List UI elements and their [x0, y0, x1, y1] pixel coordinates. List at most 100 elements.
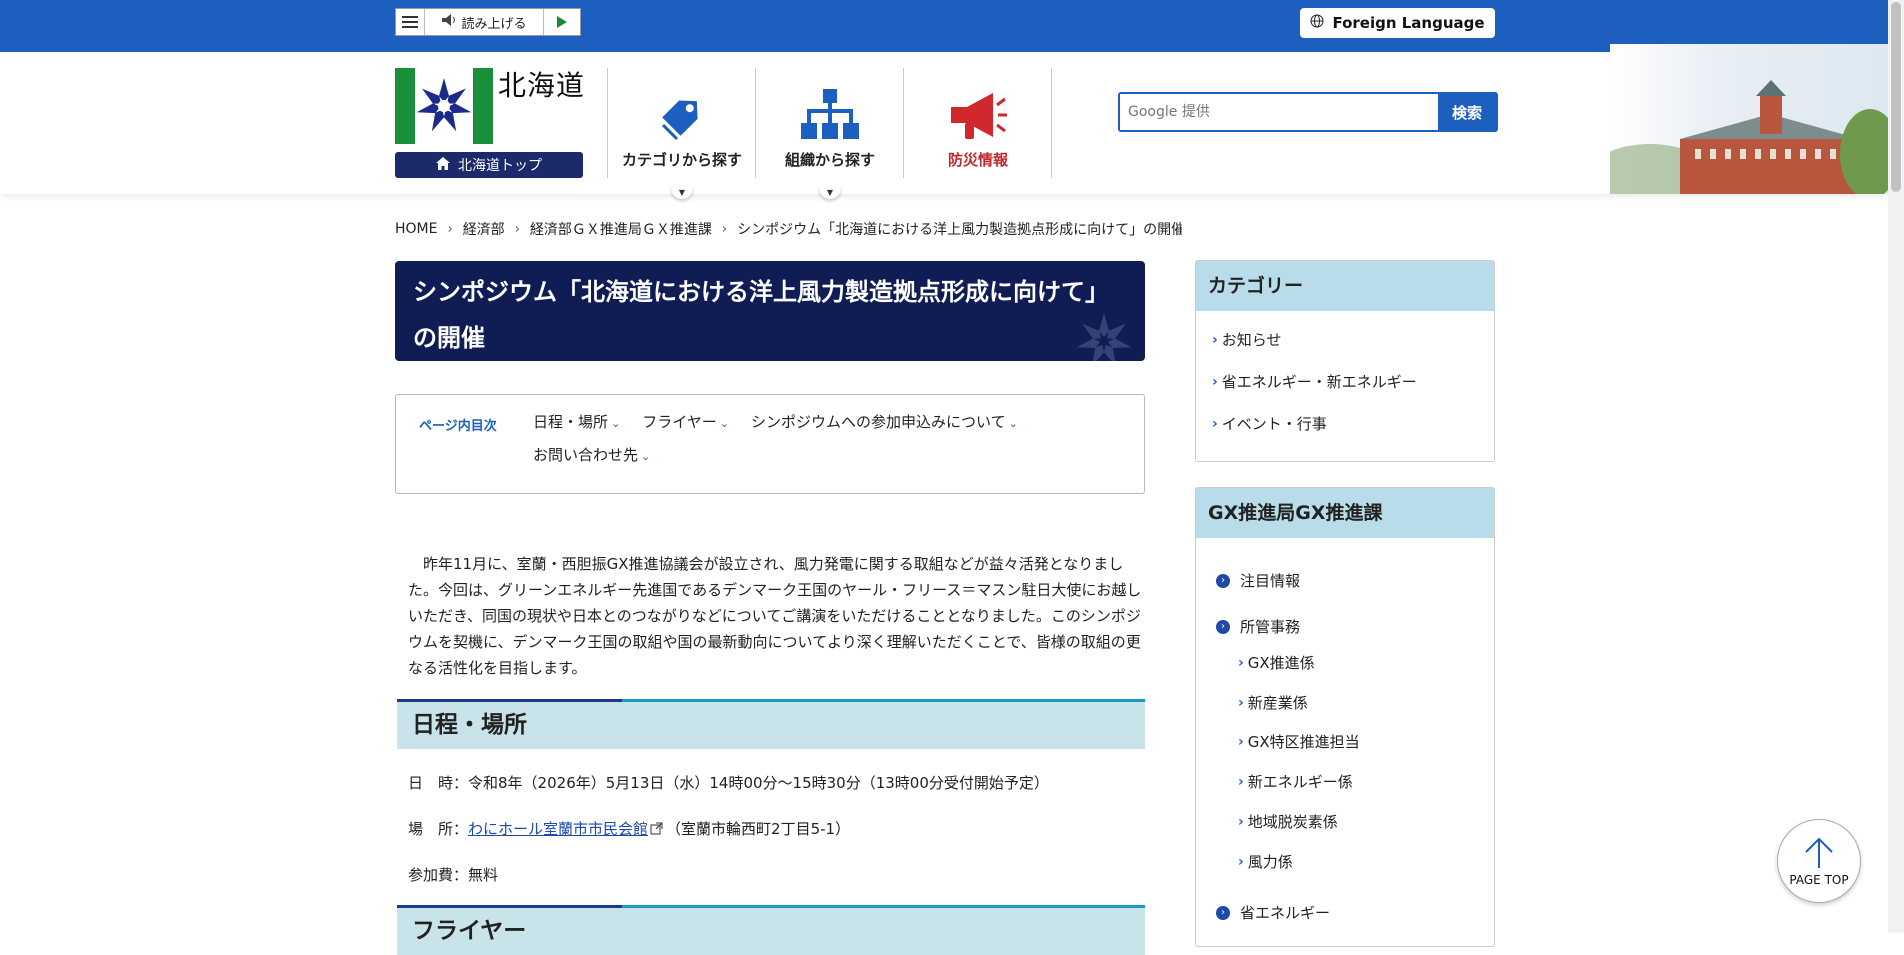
- read-aloud-button[interactable]: 読み上げる: [425, 9, 544, 35]
- sidebar-dept-subitem[interactable]: › 新エネルギー係: [1238, 771, 1353, 792]
- sidebar-dept-subitem[interactable]: › GX推進係: [1238, 652, 1315, 673]
- nav-category-label: カテゴリから探す: [621, 151, 742, 169]
- page-top-label: PAGE TOP: [1789, 872, 1849, 887]
- speaker-icon: [441, 13, 457, 31]
- sidebar-item-label: 所管事務: [1240, 618, 1301, 636]
- hokkaido-top-button[interactable]: 北海道トップ: [395, 152, 583, 178]
- sidebar-dept-subitem[interactable]: › 新産業係: [1238, 692, 1308, 713]
- top-bar: [0, 0, 1888, 52]
- sidebar-category: カテゴリー › お知らせ › 省エネルギー・新エネルギー › イベント・行事: [1195, 260, 1495, 462]
- toc-item[interactable]: フライヤー ⌄: [642, 411, 729, 432]
- sidebar-dept-item[interactable]: › 注目情報: [1216, 570, 1300, 591]
- nav-org-search[interactable]: 組織から探す: [757, 68, 903, 178]
- sidebar-dept-subitem[interactable]: › GX特区推進担当: [1238, 731, 1360, 752]
- sidebar-item-label: GX推進係: [1247, 654, 1315, 672]
- breadcrumb-gx-division[interactable]: 経済部ＧＸ推進局ＧＸ推進課: [530, 219, 712, 239]
- sidebar-category-title: カテゴリー: [1196, 261, 1494, 311]
- chevron-down-icon[interactable]: ▼: [819, 185, 841, 199]
- section-heading-flyer: フライヤー: [397, 905, 1145, 955]
- chevron-right-icon: ›: [1212, 415, 1218, 432]
- sidebar-item-label: GX特区推進担当: [1247, 733, 1360, 751]
- megaphone-icon: [947, 87, 1009, 149]
- chevron-right-icon: ›: [1238, 773, 1244, 790]
- breadcrumb-economy[interactable]: 経済部: [463, 219, 505, 239]
- sidebar-dept-item[interactable]: › 所管事務: [1216, 616, 1300, 637]
- chevron-right-icon: ›: [721, 221, 728, 237]
- chevron-down-icon: ⌄: [611, 417, 621, 430]
- chevron-down-icon: ⌄: [1008, 417, 1018, 430]
- toc-items: 日程・場所 ⌄ フライヤー ⌄ シンポジウムへの参加申込みについて ⌄ お問い合わせ先…: [533, 411, 1093, 465]
- home-icon: [436, 156, 450, 174]
- nav-disaster-label: 防災情報: [947, 151, 1008, 169]
- sidebar-dept-subitem[interactable]: › 地域脱炭素係: [1238, 811, 1338, 832]
- section-heading-schedule: 日程・場所: [397, 699, 1145, 749]
- foreign-language-button[interactable]: Foreign Language: [1300, 8, 1495, 38]
- chevron-right-icon: ›: [1238, 813, 1244, 830]
- chevron-down-icon: ⌄: [641, 450, 651, 463]
- toc-item-label: 日程・場所: [533, 413, 609, 431]
- toc-item-label: お問い合わせ先: [533, 446, 639, 464]
- sidebar-item-label: 地域脱炭素係: [1247, 813, 1338, 831]
- nav-divider: [1051, 68, 1052, 178]
- sidebar-department: GX推進局GX推進課 › 注目情報 › 所管事務 › GX推進係 › 新産業係 › GX特…: [1195, 487, 1495, 947]
- sidebar-item-label: 注目情報: [1240, 572, 1301, 590]
- chevron-right-icon: ›: [1212, 373, 1218, 390]
- nav-divider: [755, 68, 756, 178]
- accessibility-toolbar: 読み上げる: [395, 8, 581, 36]
- nav-disaster-info[interactable]: 防災情報: [905, 68, 1051, 178]
- chevron-right-icon: ›: [1238, 733, 1244, 750]
- sidebar-item-label: イベント・行事: [1221, 415, 1327, 433]
- search-button[interactable]: 検索: [1438, 94, 1496, 130]
- sidebar-category-item[interactable]: › 省エネルギー・新エネルギー: [1212, 371, 1417, 392]
- sidebar-department-title: GX推進局GX推進課: [1196, 488, 1494, 538]
- chevron-right-icon: ›: [1238, 694, 1244, 711]
- arrow-up-icon: [1802, 836, 1836, 873]
- page-toc: ページ内目次 日程・場所 ⌄ フライヤー ⌄ シンポジウムへの参加申込みについて ⌄ …: [395, 394, 1145, 494]
- logo-text[interactable]: 北海道: [498, 64, 585, 104]
- breadcrumb-current: シンポジウム「北海道における洋上風力製造拠点形成に向けて」の開催: [737, 222, 1183, 238]
- schedule-place: 場 所：わにホール室蘭市市民会館 （室蘭市輪西町2丁目5-1）: [408, 818, 850, 839]
- sidebar-item-label: 省エネルギー: [1240, 904, 1331, 922]
- schedule-date: 日 時：令和8年（2026年）5月13日（水）14時00分～15時30分（13時…: [408, 772, 1049, 793]
- globe-icon: [1310, 14, 1324, 32]
- hokkaido-logo[interactable]: [395, 68, 493, 144]
- toc-item[interactable]: 日程・場所 ⌄: [533, 411, 620, 432]
- chevron-circle-icon: ›: [1216, 619, 1230, 634]
- site-search: 検索: [1118, 92, 1498, 132]
- intro-paragraph: 昨年11月に、室蘭・西胆振GX推進協議会が設立され、風力発電に関する取組などが益…: [408, 555, 1142, 677]
- hokkaido-top-label: 北海道トップ: [458, 158, 542, 174]
- toc-item[interactable]: お問い合わせ先 ⌄: [533, 444, 650, 465]
- sidebar-category-item[interactable]: › お知らせ: [1212, 329, 1281, 350]
- breadcrumb: HOME › 経済部 › 経済部ＧＸ推進局ＧＸ推進課 › シンポジウム「北海道に…: [395, 219, 1182, 239]
- venue-address: （室蘭市輪西町2丁目5-1）: [666, 820, 851, 838]
- chevron-right-icon: ›: [1212, 331, 1218, 348]
- sidebar-item-label: 省エネルギー・新エネルギー: [1221, 373, 1417, 391]
- building-illustration: [1610, 44, 1888, 194]
- sidebar-category-item[interactable]: › イベント・行事: [1212, 413, 1327, 434]
- nav-org-label: 組織から探す: [784, 151, 875, 169]
- menu-icon[interactable]: [396, 9, 425, 35]
- play-icon[interactable]: [544, 9, 580, 35]
- chevron-circle-icon: ›: [1216, 573, 1230, 588]
- foreign-language-label: Foreign Language: [1332, 14, 1485, 32]
- venue-link[interactable]: わにホール室蘭市市民会館: [468, 820, 648, 838]
- toc-item[interactable]: シンポジウムへの参加申込みについて ⌄: [751, 411, 1018, 432]
- chevron-circle-icon: ›: [1216, 905, 1230, 920]
- search-input[interactable]: [1120, 94, 1438, 130]
- sidebar-dept-item[interactable]: › 省エネルギー: [1216, 902, 1330, 923]
- nav-divider: [607, 68, 608, 178]
- breadcrumb-home[interactable]: HOME: [395, 221, 437, 237]
- tag-icon: [653, 87, 711, 149]
- page-top-button[interactable]: PAGE TOP: [1777, 819, 1861, 903]
- nav-category-search[interactable]: カテゴリから探す: [609, 68, 755, 178]
- sidebar-item-label: 新産業係: [1247, 694, 1308, 712]
- sidebar-dept-subitem[interactable]: › 風力係: [1238, 851, 1293, 872]
- chevron-right-icon: ›: [1238, 654, 1244, 671]
- page-title-text: シンポジウム「北海道における洋上風力製造拠点形成に向けて」の開催: [413, 278, 1109, 352]
- read-aloud-label: 読み上げる: [461, 16, 527, 32]
- chevron-down-icon[interactable]: ▼: [671, 185, 693, 199]
- nav-divider: [903, 68, 904, 178]
- scrollbar-thumb[interactable]: [1891, 2, 1901, 192]
- sidebar-item-label: お知らせ: [1221, 331, 1282, 349]
- org-chart-icon: [801, 87, 859, 149]
